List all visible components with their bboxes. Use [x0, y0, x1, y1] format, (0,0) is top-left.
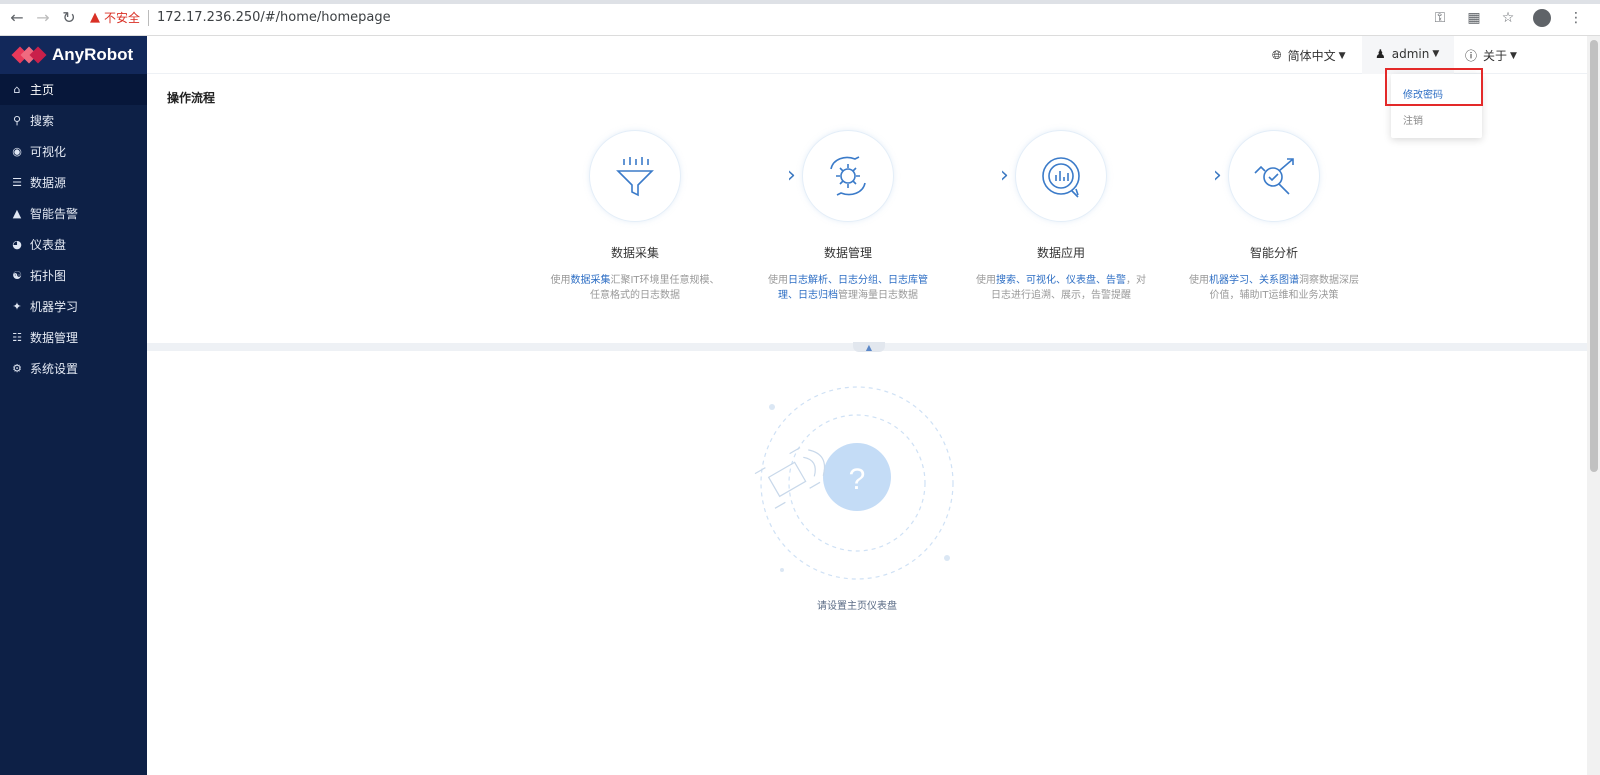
sidebar-item-label: 搜索	[30, 114, 55, 128]
user-icon: ♟	[1375, 47, 1386, 61]
address-separator	[148, 9, 150, 26]
warning-triangle-icon: ▲	[90, 10, 100, 25]
gear-icon: ⚙	[12, 362, 22, 375]
desc-text: 使用	[976, 275, 996, 286]
step-description: 使用机器学习、关系图谱洞察数据深层价值，辅助IT运维和业务决策	[1179, 273, 1369, 303]
address-bar[interactable]: ▲ 不安全 172.17.236.250/#/home/homepage	[90, 9, 391, 26]
topology-icon: ☯	[12, 269, 22, 282]
globe-icon: 🌐︎	[1272, 48, 1282, 62]
caret-down-icon: ▼	[1510, 50, 1517, 61]
desc-text: 使用	[768, 275, 788, 286]
ml-icon: ✦	[12, 300, 22, 313]
step-data-management: 数据管理 使用日志解析、日志分组、日志库管理、日志归档管理海量日志数据	[753, 130, 943, 303]
app-logo[interactable]: AnyRobot	[0, 36, 147, 74]
gauge-icon: ◕	[12, 238, 22, 251]
funnel-icon	[589, 130, 681, 222]
about-label: 关于	[1483, 49, 1508, 63]
desc-text: 使用	[1189, 275, 1209, 286]
search-icon: ⚲	[12, 114, 22, 127]
caret-down-icon: ▼	[1338, 50, 1346, 61]
top-header: 🌐︎ 简体中文 ▼ ♟ admin ▼ ⓘ 关于 ▼	[147, 36, 1587, 74]
key-icon[interactable]: ⚿	[1428, 6, 1452, 30]
language-selector[interactable]: 🌐︎ 简体中文 ▼	[1272, 47, 1346, 64]
user-name: admin	[1391, 47, 1430, 61]
translate-icon[interactable]: ▦	[1462, 6, 1486, 30]
sidebar-menu: ⌂ 主页 ⚲ 搜索 ◉ 可视化 ☰ 数据源 ▲ 智能告警 ◕ 仪表盘 ☯ 拓扑图…	[0, 74, 147, 384]
step-title: 数据管理	[823, 246, 872, 260]
step-description: 使用日志解析、日志分组、日志库管理、日志归档管理海量日志数据	[753, 273, 943, 303]
sidebar-item-search[interactable]: ⚲ 搜索	[0, 105, 147, 136]
sidebar-item-settings[interactable]: ⚙ 系统设置	[0, 353, 147, 384]
sidebar-item-label: 主页	[30, 83, 55, 97]
back-icon[interactable]: ←	[4, 5, 30, 31]
sidebar-item-dashboard[interactable]: ◕ 仪表盘	[0, 229, 147, 260]
reload-icon[interactable]: ↻	[56, 5, 82, 31]
chevron-up-icon: ▲	[865, 342, 873, 352]
sidebar-item-label: 机器学习	[30, 300, 79, 314]
browser-tab-strip	[0, 0, 1600, 4]
sidebar-item-datasource[interactable]: ☰ 数据源	[0, 167, 147, 198]
step-data-application: 数据应用 使用搜索、可视化、仪表盘、告警，对日志进行追溯、展示，告警提醒	[966, 130, 1156, 303]
step-description: 使用搜索、可视化、仪表盘、告警，对日志进行追溯、展示，告警提醒	[966, 273, 1156, 303]
sidebar-item-machine-learning[interactable]: ✦ 机器学习	[0, 291, 147, 322]
step-title: 智能分析	[1249, 246, 1298, 260]
step-title: 数据采集	[610, 246, 659, 260]
warning-icon: ▲	[12, 207, 22, 220]
sidebar-item-label: 数据管理	[30, 331, 79, 345]
sidebar-item-topology[interactable]: ☯ 拓扑图	[0, 260, 147, 291]
database-icon: ☰	[12, 176, 22, 189]
data-manage-icon: ☷	[12, 331, 22, 344]
star-icon[interactable]: ☆	[1496, 6, 1520, 30]
collapse-toggle[interactable]: ▲	[853, 342, 885, 352]
insecure-label: 不安全	[104, 11, 141, 25]
language-label: 简体中文	[1287, 49, 1336, 63]
sidebar: AnyRobot ⌂ 主页 ⚲ 搜索 ◉ 可视化 ☰ 数据源 ▲ 智能告警 ◕ …	[0, 36, 147, 775]
sidebar-item-data-management[interactable]: ☷ 数据管理	[0, 322, 147, 353]
empty-state-illustration: ?	[754, 386, 954, 580]
url-text[interactable]: 172.17.236.250/#/home/homepage	[157, 10, 391, 25]
logo-mark-icon	[11, 44, 47, 66]
desc-text: 管理海量日志数据	[838, 290, 918, 301]
sidebar-item-label: 可视化	[30, 145, 67, 159]
desc-link[interactable]: 数据采集	[570, 275, 610, 286]
desc-link[interactable]: 搜索、可视化、仪表盘、告警	[996, 275, 1126, 286]
step-data-collection: 数据采集 使用数据采集汇聚IT环境里任意规模、任意格式的日志数据	[540, 130, 730, 303]
step-description: 使用数据采集汇聚IT环境里任意规模、任意格式的日志数据	[540, 273, 730, 303]
sidebar-item-label: 数据源	[30, 176, 67, 190]
step-title: 数据应用	[1036, 246, 1085, 260]
about-menu[interactable]: ⓘ 关于 ▼	[1465, 47, 1517, 64]
sidebar-item-label: 智能告警	[30, 207, 79, 221]
home-icon: ⌂	[13, 83, 21, 96]
desc-link[interactable]: 机器学习、关系图谱	[1209, 275, 1299, 286]
browser-toolbar: ← → ↻ ▲ 不安全 172.17.236.250/#/home/homepa…	[0, 0, 1600, 36]
main-content: 操作流程 数据采集 使用数据采集汇聚IT环境里任意规模、任意格式的日志数据 › …	[147, 75, 1587, 775]
eye-icon: ◉	[12, 145, 22, 158]
browser-menu-icon[interactable]: ⋮	[1564, 6, 1588, 30]
svg-text:?: ?	[849, 463, 866, 496]
chart-refresh-icon	[1015, 130, 1107, 222]
empty-state-text: 请设置主页仪表盘	[817, 601, 897, 612]
forward-icon[interactable]: →	[30, 5, 56, 31]
user-menu[interactable]: ♟ admin ▼	[1375, 47, 1439, 61]
desc-text: 汇聚IT环境里任意规模、任意格式的日志数据	[590, 275, 720, 301]
info-icon: ⓘ	[1465, 49, 1478, 63]
profile-icon[interactable]	[1530, 6, 1554, 30]
desc-text: 使用	[550, 275, 571, 286]
sidebar-item-label: 系统设置	[30, 362, 79, 376]
sidebar-item-visualization[interactable]: ◉ 可视化	[0, 136, 147, 167]
section-title: 操作流程	[167, 91, 216, 105]
target-analysis-icon	[1228, 130, 1320, 222]
logo-text: AnyRobot	[52, 45, 134, 64]
sidebar-item-label: 拓扑图	[30, 269, 67, 283]
caret-down-icon: ▼	[1432, 49, 1440, 59]
gear-cycle-icon	[802, 130, 894, 222]
step-intelligent-analysis: 智能分析 使用机器学习、关系图谱洞察数据深层价值，辅助IT运维和业务决策	[1179, 130, 1369, 303]
sidebar-item-home[interactable]: ⌂ 主页	[0, 74, 147, 105]
sidebar-item-alert[interactable]: ▲ 智能告警	[0, 198, 147, 229]
sidebar-item-label: 仪表盘	[30, 238, 67, 252]
scrollbar-thumb[interactable]	[1590, 40, 1598, 472]
